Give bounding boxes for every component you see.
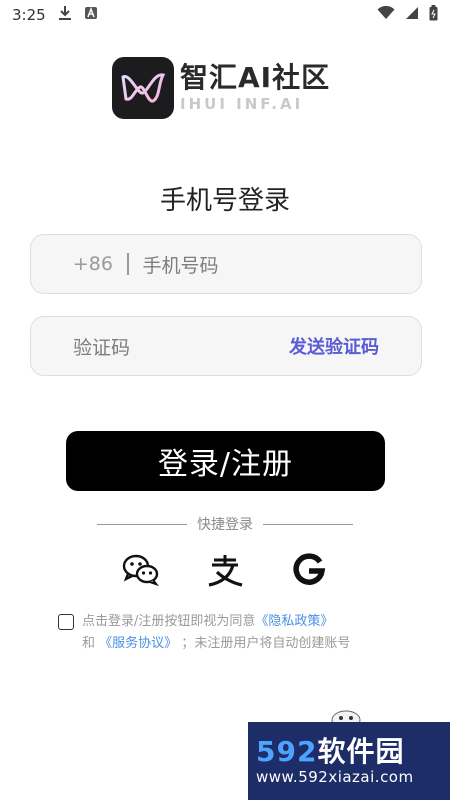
divider-line-left — [97, 523, 187, 525]
social-login-row — [0, 550, 450, 590]
phone-input[interactable]: +86 手机号码 — [30, 234, 422, 294]
quick-login-label: 快捷登录 — [197, 517, 253, 533]
battery-icon — [429, 5, 438, 25]
agree-checkbox[interactable] — [58, 614, 74, 630]
watermark-brand: 软件园 — [317, 735, 405, 768]
agreement-text: 点击登录/注册按钮即视为同意 《隐私政策》 和 《服务协议》 ；未注册用户将自动… — [58, 611, 418, 655]
download-icon — [58, 5, 72, 25]
logo-title: 智汇AI社区 — [180, 61, 331, 94]
page-title: 手机号登录 — [159, 186, 290, 216]
agree-statement: 点击登录/注册按钮即视为同意 — [82, 614, 256, 629]
service-agreement-link[interactable]: 《服务协议》 — [99, 636, 177, 651]
alipay-icon[interactable] — [205, 550, 245, 590]
send-code-button[interactable]: 发送验证码 — [289, 333, 379, 359]
auto-create-note: ；未注册用户将自动创建账号 — [181, 636, 351, 651]
field-divider — [127, 253, 129, 275]
signal-icon — [405, 6, 419, 24]
divider-line-right — [263, 523, 353, 525]
code-placeholder: 验证码 — [73, 336, 131, 359]
quick-login-divider: 快捷登录 — [0, 514, 450, 534]
phone-placeholder: 手机号码 — [142, 254, 219, 277]
status-bar: 3:25 — [0, 0, 450, 30]
google-icon[interactable] — [289, 550, 329, 590]
logo-subtitle: IHUI INF.AI — [180, 95, 304, 113]
verification-code-input[interactable]: 验证码 发送验证码 — [30, 316, 422, 376]
agree-and: 和 — [82, 636, 96, 651]
watermark-number: 592 — [256, 735, 318, 768]
logo-mark-icon — [112, 57, 174, 119]
privacy-policy-link[interactable]: 《隐私政策》 — [255, 611, 333, 633]
wechat-icon[interactable] — [121, 550, 161, 590]
app-logo: 智汇AI社区 IHUI INF.AI — [112, 56, 330, 120]
status-time: 3:25 — [12, 6, 46, 24]
watermark-logo: 592软件园 www.592xiazai.com — [248, 722, 450, 800]
app-notification-icon — [84, 6, 98, 24]
login-register-button[interactable]: 登录/注册 — [66, 431, 385, 491]
country-code[interactable]: +86 — [31, 253, 127, 275]
watermark-url: www.592xiazai.com — [256, 768, 414, 786]
wifi-icon — [377, 5, 395, 24]
